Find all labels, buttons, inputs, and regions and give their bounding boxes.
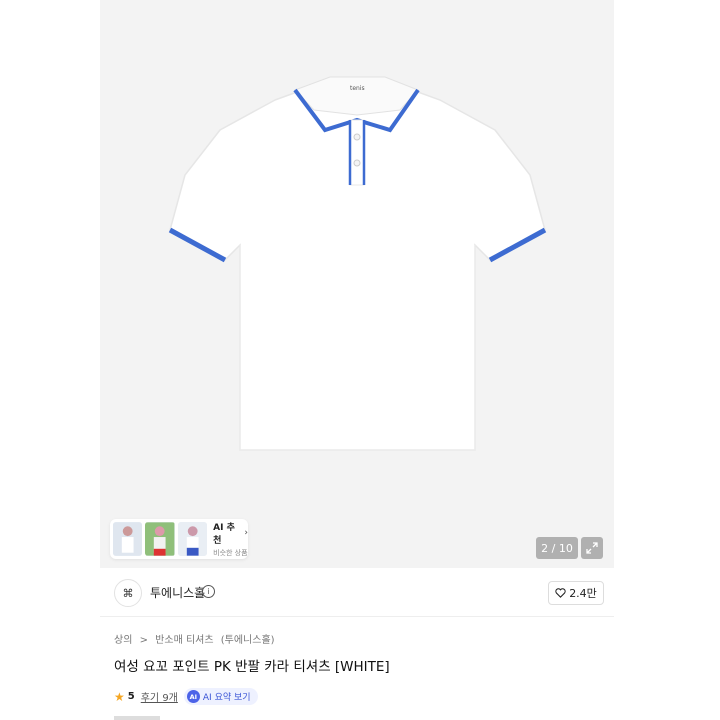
like-count: 2.4만 [569,587,597,600]
star-icon: ★ [114,689,125,704]
product-title: 여성 요꼬 포인트 PK 반팔 카라 티셔츠 [WHITE] [114,659,390,675]
breadcrumb-item[interactable]: 상의 [114,635,132,646]
breadcrumb-item[interactable]: 반소매 티셔츠 [155,635,213,646]
breadcrumb: 상의 > 반소매 티셔츠 (투에니스홀) [114,631,279,646]
reviews-link[interactable]: 후기 9개 [141,689,178,704]
breadcrumb-separator: > [139,635,148,646]
ai-summary-button[interactable]: AI AI 요약 보기 [183,688,258,705]
ai-recommend-subtitle: 비슷한 상품 [213,549,248,557]
chevron-right-icon: › [244,528,248,538]
rating-value: 5 [127,691,135,702]
product-card: tenis AI 추천 › 비슷한 상품 2 / 10 ⌘ 투에니스홀 i 2.… [100,0,614,720]
product-image: tenis [150,55,564,475]
like-button[interactable]: 2.4만 [548,581,604,605]
next-section-stub [114,716,160,720]
ai-recommend-title: AI 추천 [213,523,235,546]
ai-recommend-strip[interactable]: AI 추천 › 비슷한 상품 [110,519,248,559]
ai-badge-icon: AI [186,690,200,703]
seller-row: ⌘ 투에니스홀 i 2.4만 [100,568,614,617]
recommend-thumb-1[interactable] [113,522,143,556]
heart-icon [555,588,566,598]
info-icon[interactable]: i [202,585,215,598]
product-image-gallery[interactable]: tenis AI 추천 › 비슷한 상품 2 / 10 [100,0,614,568]
seller-name[interactable]: 투에니스홀 [150,584,205,601]
breadcrumb-item[interactable]: (투에니스홀) [221,635,275,646]
collar-logo: tenis [350,85,365,92]
seller-logo[interactable]: ⌘ [114,579,142,607]
expand-icon[interactable] [581,537,603,559]
ai-summary-label: AI 요약 보기 [202,693,251,703]
rating-row: ★ 5 후기 9개 AI AI 요약 보기 [114,688,258,705]
ai-recommend-text[interactable]: AI 추천 › 비슷한 상품 [213,520,248,558]
image-counter: 2 / 10 [536,537,578,559]
recommend-thumb-3[interactable] [177,522,208,556]
recommend-thumb-2[interactable] [145,522,175,556]
polo-shirt-image [168,76,547,451]
